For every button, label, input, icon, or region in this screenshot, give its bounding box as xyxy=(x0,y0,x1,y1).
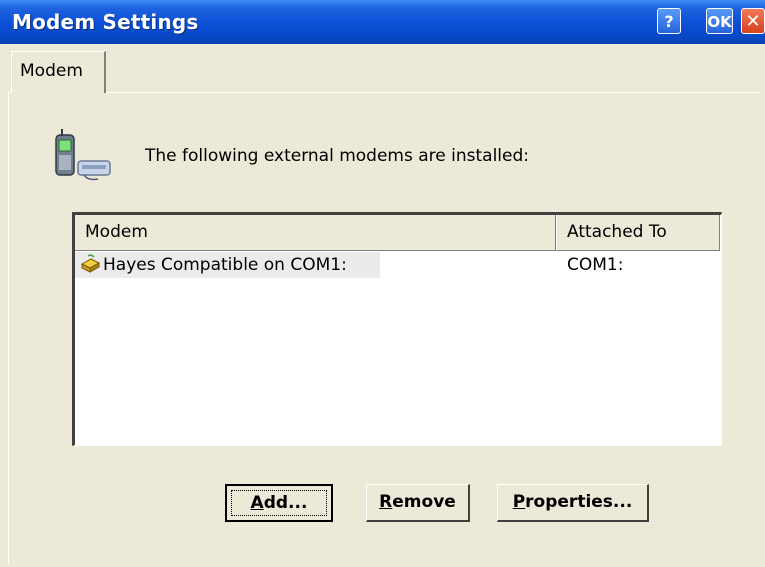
column-header-modem[interactable]: Modem xyxy=(75,215,556,251)
remove-label: emove xyxy=(392,492,456,512)
close-button[interactable]: ✕ xyxy=(741,8,765,34)
list-item[interactable]: Hayes Compatible on COM1: COM1: xyxy=(75,252,720,278)
ok-button[interactable]: OK xyxy=(706,8,733,34)
remove-mnemonic: R xyxy=(379,492,393,512)
installed-modems-text: The following external modems are instal… xyxy=(145,146,529,166)
column-header-attached-to[interactable]: Attached To xyxy=(556,215,720,251)
tab-modem[interactable]: Modem xyxy=(11,51,106,93)
modem-list[interactable]: Modem Attached To Hayes Compatible on CO… xyxy=(72,212,722,446)
help-button[interactable]: ? xyxy=(657,8,681,34)
properties-label: roperties... xyxy=(525,492,633,512)
focus-rectangle xyxy=(231,490,327,516)
list-header: Modem Attached To xyxy=(75,215,720,251)
modem-name: Hayes Compatible on COM1: xyxy=(103,255,347,275)
attached-port: COM1: xyxy=(567,255,624,275)
properties-button[interactable]: Properties... xyxy=(497,484,649,522)
properties-mnemonic: P xyxy=(512,492,526,512)
modem-settings-window: Modem Settings ? OK ✕ Modem The followin… xyxy=(0,0,765,567)
modem-phone-icon xyxy=(48,127,118,183)
tab-modem-label: Modem xyxy=(20,61,83,81)
add-button[interactable]: Add... xyxy=(225,484,333,522)
window-title: Modem Settings xyxy=(12,10,199,34)
modem-icon xyxy=(79,254,101,276)
remove-button[interactable]: Remove xyxy=(366,484,470,522)
title-bar[interactable]: Modem Settings ? OK ✕ xyxy=(0,0,765,44)
